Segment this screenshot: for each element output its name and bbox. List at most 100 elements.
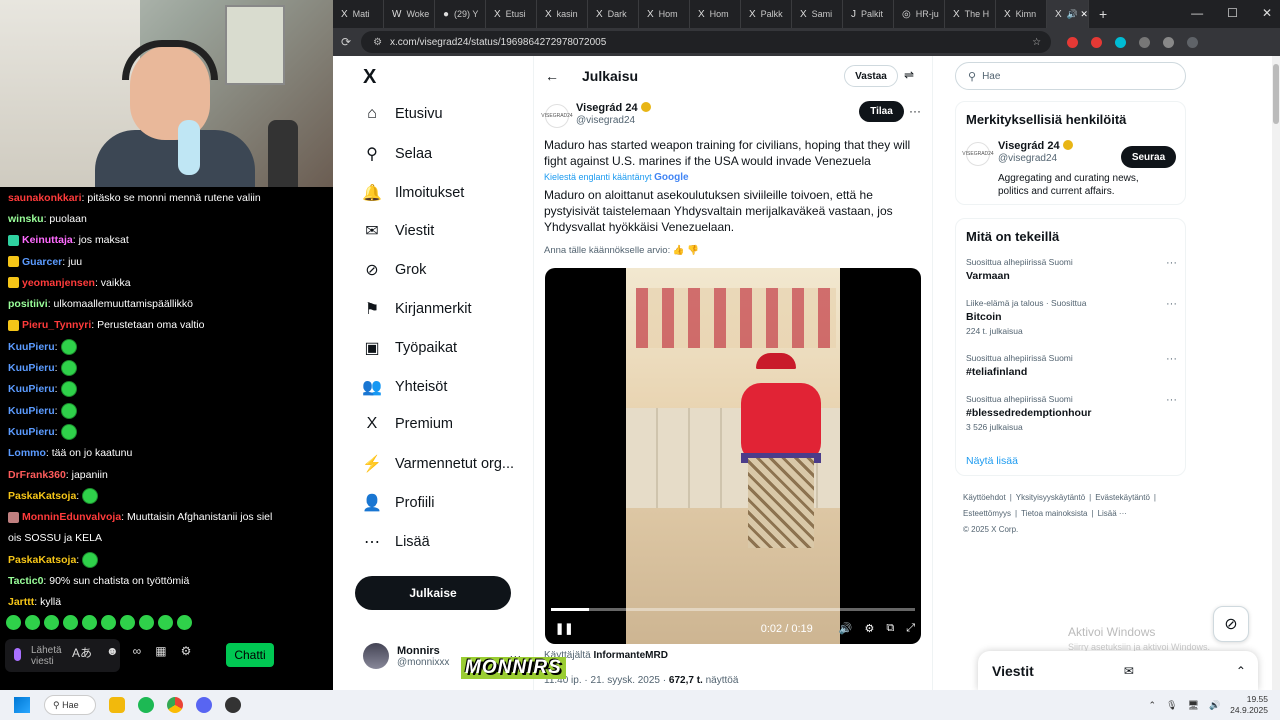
new-message-icon[interactable]: ✉ [1124, 664, 1134, 678]
browser-tab[interactable]: ● (29) Y [435, 0, 486, 28]
chat-username[interactable]: KuuPieru [8, 341, 55, 353]
chat-username[interactable]: positiivi [8, 298, 48, 310]
browser-tab[interactable]: X Etusi [486, 0, 537, 28]
site-info-icon[interactable]: ⚙ [373, 37, 382, 48]
browser-tab[interactable]: Xkasin [537, 0, 588, 28]
microphone-icon[interactable] [14, 648, 21, 661]
footer-link[interactable]: Esteettömyys [963, 509, 1011, 518]
pip-icon[interactable]: ⧉ [886, 622, 894, 635]
nav-grok[interactable]: ⊘ Grok [361, 260, 426, 280]
browser-tab[interactable]: X Mati [333, 0, 384, 28]
windows-start-icon[interactable] [14, 697, 30, 713]
nav-verified-orgs[interactable]: ⚡ Varmennetut org... [361, 454, 514, 474]
post-button[interactable]: Julkaise [355, 576, 511, 610]
chat-username[interactable]: Keinuttaja [22, 234, 73, 246]
follow-button[interactable]: Seuraa [1121, 146, 1176, 168]
points-icon[interactable]: ∞ [133, 644, 142, 661]
browser-tab[interactable]: ◎ HR-ju [894, 0, 945, 28]
footer-link[interactable]: Lisää ··· [1098, 509, 1127, 518]
network-icon[interactable]: 🖥 [1188, 700, 1199, 711]
more-icon[interactable]: ··· [1166, 394, 1177, 406]
profile-avatar[interactable] [1187, 36, 1199, 48]
video-player[interactable]: ❚❚ 0:02 / 0:19 🔊 ⚙ ⧉ ⤢ [545, 268, 921, 644]
chat-username[interactable]: saunakonkkari [8, 192, 82, 204]
search-input[interactable]: ⚲ Hae [955, 62, 1186, 90]
url-field[interactable]: ⚙ x.com/visegrad24/status/19698642729780… [361, 31, 1052, 53]
person-name[interactable]: Visegrád 24 [998, 140, 1073, 152]
chat-username[interactable]: PaskaKatsoja [8, 490, 76, 502]
browser-tab[interactable]: X Hom [639, 0, 690, 28]
nav-jobs[interactable]: ▣ Työpaikat [361, 338, 457, 358]
footer-link[interactable]: Tietoa mainoksista [1021, 509, 1087, 518]
chat-send-button[interactable]: Chatti [226, 643, 274, 667]
extension-icon[interactable] [1115, 36, 1127, 48]
chat-username[interactable]: KuuPieru [8, 383, 55, 395]
chrome-icon[interactable] [167, 697, 183, 713]
clock[interactable]: 19.55 24.9.2025 [1230, 694, 1268, 716]
extension-icon[interactable] [1067, 36, 1079, 48]
minimize-icon[interactable]: — [1191, 6, 1203, 20]
chat-username[interactable]: DrFrank360 [8, 469, 66, 481]
nav-profile[interactable]: 👤 Profiili [361, 493, 434, 513]
close-icon[interactable]: ✕ [1262, 6, 1272, 20]
chat-username[interactable]: MonninEdunvalvoja [22, 511, 121, 523]
nav-explore[interactable]: ⚲ Selaa [361, 144, 432, 164]
new-tab-icon[interactable]: + [1099, 6, 1107, 22]
reply-button[interactable]: Vastaa [844, 65, 898, 87]
footer-link[interactable]: Käyttöehdot [963, 493, 1006, 502]
chat-username[interactable]: Lommo [8, 447, 46, 459]
author-handle[interactable]: @visegrad24 [576, 115, 635, 126]
trend-item[interactable]: Suosittua alhepiirissä Suomi #blessedrede… [966, 394, 1181, 432]
browser-tab[interactable]: X Sami [792, 0, 843, 28]
author-name[interactable]: Visegrád 24 [576, 102, 651, 114]
volume-icon[interactable]: 🔊 [839, 622, 853, 635]
translation-attribution[interactable]: Kielestä englanti kääntänyt Google [544, 172, 689, 183]
media-icon[interactable] [1163, 36, 1175, 48]
video-progress-bar[interactable] [551, 608, 915, 611]
footer-link[interactable]: Yksityisyyskäytäntö [1016, 493, 1085, 502]
chat-username[interactable]: KuuPieru [8, 405, 55, 417]
spotify-icon[interactable] [138, 697, 154, 713]
puzzle-icon[interactable] [1139, 36, 1151, 48]
nav-premium[interactable]: X Premium [361, 415, 453, 433]
translate-icon[interactable]: Aあ [72, 644, 92, 661]
chat-username[interactable]: Tactic0 [8, 575, 43, 587]
chat-username[interactable]: yeomanjensen [22, 277, 95, 289]
tab-active[interactable]: X 🔊 ✕ [1047, 0, 1089, 28]
messages-drawer[interactable]: Viestit ✉ ⌃ [978, 651, 1258, 690]
store-icon[interactable]: ▦ [155, 644, 166, 661]
nav-home[interactable]: ⌂ Etusivu [361, 105, 442, 123]
volume-icon[interactable]: 🔊 [1209, 700, 1220, 711]
chat-username[interactable]: KuuPieru [8, 362, 55, 374]
chevron-up-icon[interactable]: ⌃ [1149, 700, 1157, 711]
browser-tab[interactable]: X Palkk [741, 0, 792, 28]
bookmark-star-icon[interactable]: ☆ [1032, 37, 1041, 48]
pause-icon[interactable]: ❚❚ [555, 622, 573, 635]
emoji-icon[interactable]: ☻ [106, 644, 119, 661]
chat-username[interactable]: PaskaKatsoja [8, 554, 76, 566]
obs-icon[interactable] [225, 697, 241, 713]
browser-tab[interactable]: W Woke [384, 0, 435, 28]
extension-icon[interactable] [1091, 36, 1103, 48]
filter-icon[interactable]: ⇌ [904, 68, 914, 82]
discord-icon[interactable] [196, 697, 212, 713]
thumbs-up-icon[interactable]: 👍 [673, 245, 685, 256]
nav-communities[interactable]: 👥 Yhteisöt [361, 377, 447, 397]
back-arrow-icon[interactable]: ← [545, 68, 559, 84]
footer-link[interactable]: © 2025 X Corp. [963, 525, 1018, 534]
more-icon[interactable]: ··· [1166, 353, 1177, 365]
person-handle[interactable]: @visegrad24 [998, 153, 1057, 164]
expand-icon[interactable]: ⌃ [1236, 664, 1246, 678]
x-logo-icon[interactable]: X [363, 66, 376, 89]
taskbar-search[interactable]: ⚲ Hae [44, 695, 96, 715]
chat-username[interactable]: Guarcer [22, 256, 62, 268]
trend-item[interactable]: Suosittua alhepiirissä Suomi Varmaan ··· [966, 257, 1181, 282]
nav-bookmarks[interactable]: ⚑ Kirjanmerkit [361, 299, 472, 319]
more-icon[interactable]: ··· [1166, 298, 1177, 310]
maximize-icon[interactable]: ☐ [1227, 6, 1238, 20]
nav-more[interactable]: ⋯ Lisää [361, 532, 430, 552]
file-explorer-icon[interactable] [109, 697, 125, 713]
browser-tab[interactable]: X Hom [690, 0, 741, 28]
avatar[interactable]: VISEGRAD24 [962, 142, 994, 166]
trend-item[interactable]: Liike-elämä ja talous · Suosittua Bitcoin… [966, 298, 1181, 336]
